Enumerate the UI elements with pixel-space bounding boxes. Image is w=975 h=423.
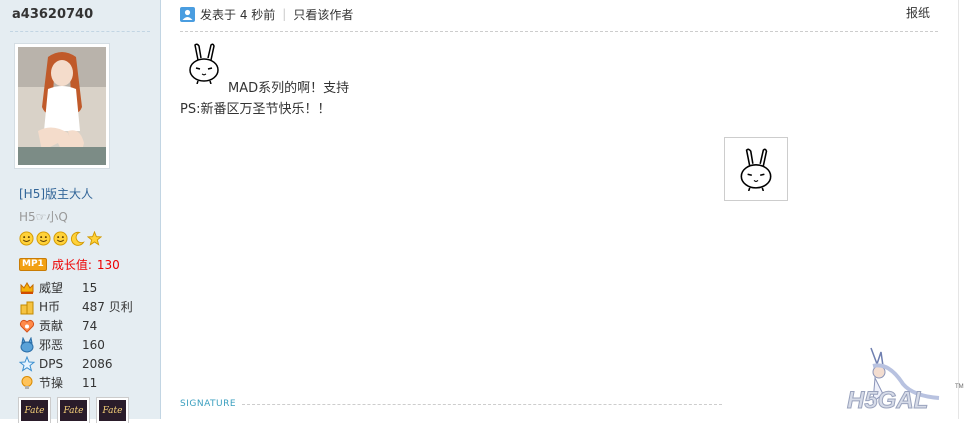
stat-row-dps: DPS 2086: [19, 354, 159, 373]
stat-label: 贡献: [39, 319, 64, 333]
svg-text:TM: TM: [955, 384, 964, 390]
stat-value: 2086: [82, 356, 113, 371]
h5gal-watermark-logo: H5GAL TM: [847, 347, 964, 415]
growth-value-row: MP1 成长值: 130: [19, 256, 120, 273]
star-outline-icon: [19, 355, 35, 372]
user-sidebar: a43620740 [H5]版主大人 H5☞小Q MP1 成长值: 130 威望: [0, 0, 161, 423]
bulb-icon: [21, 375, 33, 389]
post-time: 发表于 4 秒前: [200, 7, 276, 22]
stat-value: 15: [82, 280, 98, 295]
attached-emoticon[interactable]: [724, 137, 788, 201]
post-header: 发表于 4 秒前 | 只看该作者 报纸: [180, 4, 938, 24]
fate-medal[interactable]: Fate: [19, 398, 50, 423]
post-message-line: PS:新番区万圣节快乐！！: [180, 102, 331, 117]
moon-icon: [70, 231, 85, 246]
user-stats: 威望 15 H币 487 贝利 贡献 74 邪恶 160 DPS 2086 节操…: [19, 278, 159, 392]
stat-label: 威望: [39, 281, 64, 295]
heart-icon: [19, 319, 35, 333]
stat-row-coins: H币 487 贝利: [19, 297, 159, 316]
user-online-icon: [180, 6, 195, 22]
star-icon: [87, 231, 102, 246]
stat-label: 邪恶: [39, 338, 64, 352]
fate-medal[interactable]: Fate: [97, 398, 128, 423]
stat-label: 节操: [39, 376, 64, 390]
post-content: 发表于 4 秒前 | 只看该作者 报纸 MAD系列的啊！支持 PS:新番区万圣节…: [180, 0, 938, 419]
stat-value: 11: [82, 375, 98, 390]
rabbit-emoticon-icon: [189, 43, 219, 84]
stat-value: 160: [82, 337, 105, 352]
smiley-icon: [53, 231, 68, 246]
avatar[interactable]: [14, 43, 110, 169]
username[interactable]: a43620740: [12, 7, 93, 22]
user-rank-title[interactable]: [H5]版主大人: [19, 185, 93, 202]
sidebar-divider: [10, 31, 150, 32]
smiley-icon: [36, 231, 51, 246]
report-link[interactable]: 报纸: [906, 4, 930, 21]
devil-icon: [20, 336, 34, 352]
post-header-divider: [180, 31, 938, 32]
fate-medal[interactable]: Fate: [58, 398, 89, 423]
rabbit-emoticon-icon: [740, 148, 772, 191]
avatar-image: [18, 47, 106, 165]
stat-label: DPS: [39, 356, 64, 371]
growth-label: 成长值:: [51, 258, 92, 272]
author-only-link[interactable]: 只看该作者: [293, 6, 353, 23]
watermark-text: H5GAL: [847, 387, 928, 414]
signature-label: SIGNATURE: [180, 399, 237, 409]
coin-icon: [20, 301, 34, 314]
stat-label: H币: [39, 300, 61, 314]
level-stars: [19, 231, 102, 247]
stat-row-evil: 邪恶 160: [19, 335, 159, 354]
post-message-line: MAD系列的啊！支持: [228, 81, 350, 96]
stat-row-integrity: 节操 11: [19, 373, 159, 392]
smiley-icon: [19, 231, 34, 246]
stat-row-prestige: 威望 15: [19, 278, 159, 297]
mp-badge: MP1: [19, 258, 47, 271]
growth-value: 130: [96, 257, 120, 272]
header-divider: |: [282, 7, 287, 21]
stat-row-contribution: 贡献 74: [19, 316, 159, 335]
crown-icon: [20, 281, 34, 294]
medal-list: Fate Fate Fate: [19, 398, 128, 423]
stat-value: 487 贝利: [82, 300, 133, 314]
user-custom-title: H5☞小Q: [19, 210, 68, 224]
signature-divider: [242, 404, 722, 405]
stat-value: 74: [82, 318, 98, 333]
